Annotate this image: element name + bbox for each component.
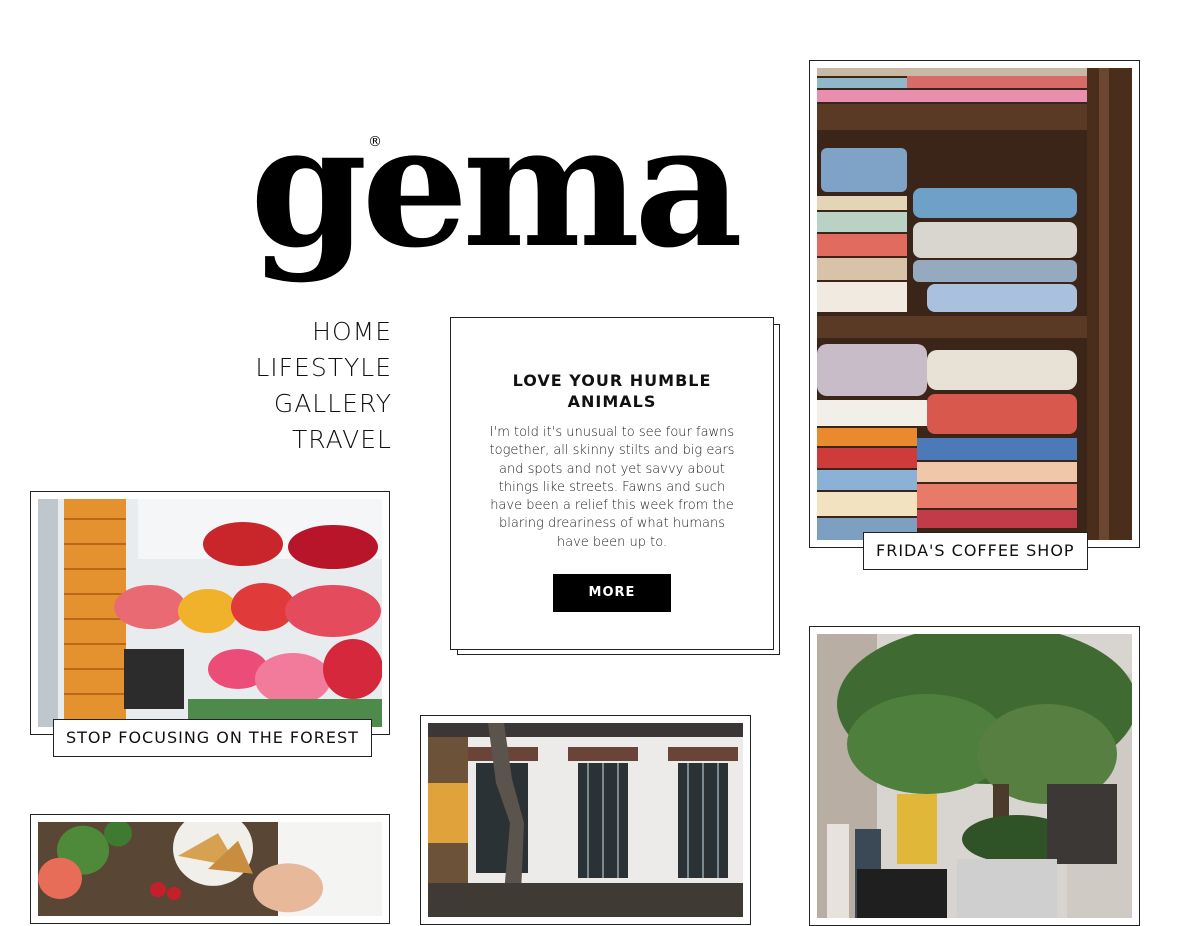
post-card-street[interactable] xyxy=(809,626,1140,926)
nav-item-lifestyle[interactable]: LIFESTYLE xyxy=(250,350,392,386)
more-button[interactable]: MORE xyxy=(553,574,671,613)
gema-logo[interactable]: gema ® xyxy=(250,100,790,300)
nav-item-gallery[interactable]: GALLERY xyxy=(250,386,392,422)
feature-card: LOVE YOUR HUMBLE ANIMALS I'm told it's u… xyxy=(450,317,774,650)
post-card-food[interactable] xyxy=(30,814,390,924)
caption-forest[interactable]: STOP FOCUSING ON THE FOREST xyxy=(53,719,372,757)
svg-text:gema: gema xyxy=(250,100,739,285)
post-card-coffee-shop[interactable]: FRIDA'S COFFEE SHOP xyxy=(809,60,1140,570)
street-tree-photo xyxy=(817,634,1132,918)
building-facade-photo xyxy=(428,723,743,917)
caption-coffee-shop[interactable]: FRIDA'S COFFEE SHOP xyxy=(863,532,1088,570)
quilts-shelf-photo xyxy=(817,68,1132,540)
nav-item-travel[interactable]: TRAVEL xyxy=(250,422,392,458)
flower-stand-photo xyxy=(38,499,382,727)
nav-item-home[interactable]: HOME xyxy=(250,314,392,350)
food-table-photo xyxy=(38,822,382,916)
feature-excerpt: I'm told it's unusual to see four fawns … xyxy=(489,425,735,550)
post-card-building[interactable] xyxy=(420,715,751,925)
main-nav: HOME LIFESTYLE GALLERY TRAVEL xyxy=(250,314,392,458)
svg-text:®: ® xyxy=(368,134,382,150)
feature-title: LOVE YOUR HUMBLE ANIMALS xyxy=(512,371,712,411)
post-card-forest[interactable]: STOP FOCUSING ON THE FOREST xyxy=(30,491,390,757)
logo-wordmark: gema ® xyxy=(250,100,745,285)
